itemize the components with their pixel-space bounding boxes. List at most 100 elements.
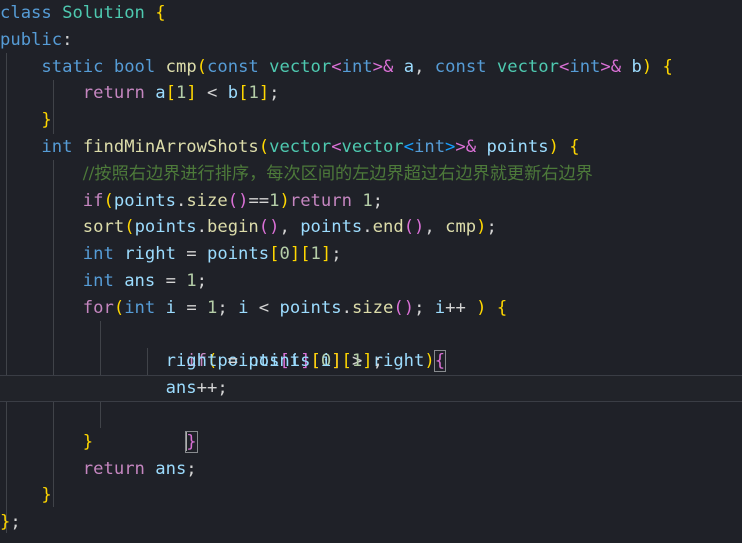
code-line-17[interactable]: } [0,429,742,456]
token-b2: & [383,56,394,77]
token-num: 1 [207,297,218,318]
token-op [0,244,83,264]
token-b2: ) [403,297,415,318]
token-op: : [62,29,73,50]
code-lines[interactable]: class Solution { public: static bool cmp… [0,0,742,543]
token-fn: size [186,190,228,211]
code-line-4[interactable]: return a[1] < b[1]; [0,80,742,107]
token-ctrl: if [82,190,104,211]
token-b1: ] [362,351,373,372]
token-b1: [ [310,351,321,372]
token-op [72,137,82,157]
token-b1: [ [238,83,249,104]
token-kw: bool [113,56,156,77]
token-b1: { [155,3,166,23]
token-op [0,298,83,318]
token-op: ; [217,297,239,318]
code-line-18[interactable]: return ans; [0,456,742,483]
token-op: , [279,217,301,238]
token-op: = [175,244,207,265]
token-type: vector [341,136,404,157]
token-b2: < [331,56,342,77]
token-b2: > [455,136,466,157]
code-line-10[interactable]: int right = points[0][1]; [0,241,742,268]
token-var: i [434,297,446,318]
token-b2: ) [414,217,425,238]
token-var: ans [124,270,156,291]
token-op [0,57,41,77]
token-op: ; [414,297,435,318]
token-num: 1 [186,270,197,291]
token-op: , [414,56,435,77]
token-b1: ( [196,56,208,77]
token-b2: > [600,56,611,77]
token-var: points [486,136,549,157]
code-line-1[interactable]: class Solution { [0,0,742,27]
code-line-14[interactable]: right = points[i][1]; [0,348,742,375]
token-var: points [134,217,197,238]
token-b2: > [372,56,383,77]
code-line-8[interactable]: if(points.size()==1)return 1; [0,188,742,215]
code-line-5[interactable]: } [0,107,742,134]
token-op [559,137,569,157]
code-line-20[interactable]: }; [0,509,742,536]
token-op: ; [372,190,384,211]
token-b1: } [41,485,52,506]
token-b1: { [662,56,673,77]
token-b3: > [445,136,456,157]
token-b1: [ [341,351,352,372]
token-b2: & [465,136,477,157]
token-op [0,110,41,130]
token-fn: begin [207,217,259,238]
code-line-3[interactable]: static bool cmp(const vector<int>& a, co… [0,54,742,81]
code-line-9[interactable]: sort(points.begin(), points.end(), cmp); [0,214,742,241]
token-num: 1 [175,83,187,104]
token-var: a [155,83,166,104]
token-op [155,298,165,318]
code-line-15-current[interactable]: ans++; [0,375,742,402]
code-line-19[interactable]: } [0,482,742,509]
token-var: ans [155,458,187,479]
token-b3: < [403,136,414,157]
token-num: 1 [269,190,280,211]
token-op [259,57,269,77]
code-line-7-comment[interactable]: //按照右边界进行排序，每次区间的左边界超过右边界就更新右边界 [0,161,742,188]
token-cmt: //按照右边界进行排序，每次区间的左边界超过右边界就更新右边界 [82,163,593,184]
token-b1: [ [165,83,176,104]
token-b1: { [496,297,508,318]
token-op [0,485,41,505]
token-op [0,191,83,211]
token-op: = [217,351,249,372]
token-b1: ) [548,136,559,157]
token-num: 1 [351,351,363,372]
code-line-11[interactable]: int ans = 1; [0,268,742,295]
token-b1: } [41,110,52,131]
token-kw: int [569,56,601,77]
token-b1: ) [641,56,653,77]
token-ctrl: return [289,190,352,211]
token-b2: ) [238,190,249,211]
token-kw: int [82,270,114,291]
token-b1: ] [289,244,301,265]
code-line-16[interactable]: } [0,402,742,453]
token-op [104,57,114,77]
token-kw: static [41,56,104,77]
code-line-6[interactable]: int findMinArrowShots(vector<vector<int>… [0,134,742,161]
token-op: ; [10,512,21,533]
code-editor[interactable]: class Solution { public: static bool cmp… [0,0,742,543]
token-b1: ( [103,190,114,211]
token-ctrl: return [82,83,145,104]
token-kw: const [207,56,259,77]
code-line-2[interactable]: public: [0,27,742,54]
code-line-13[interactable]: if(points[i][0] > right){ [0,322,742,373]
token-var: i [320,351,332,372]
token-b2: ) [269,217,280,238]
code-line-12[interactable]: for(int i = 1; i < points.size(); i++ ) … [0,295,742,322]
token-op [52,3,62,23]
token-op [476,137,486,157]
token-var: a [403,56,415,77]
token-b1: ] [258,83,270,104]
token-op: ++ [445,297,477,318]
token-op [114,271,124,291]
token-b1: [ [300,244,311,265]
